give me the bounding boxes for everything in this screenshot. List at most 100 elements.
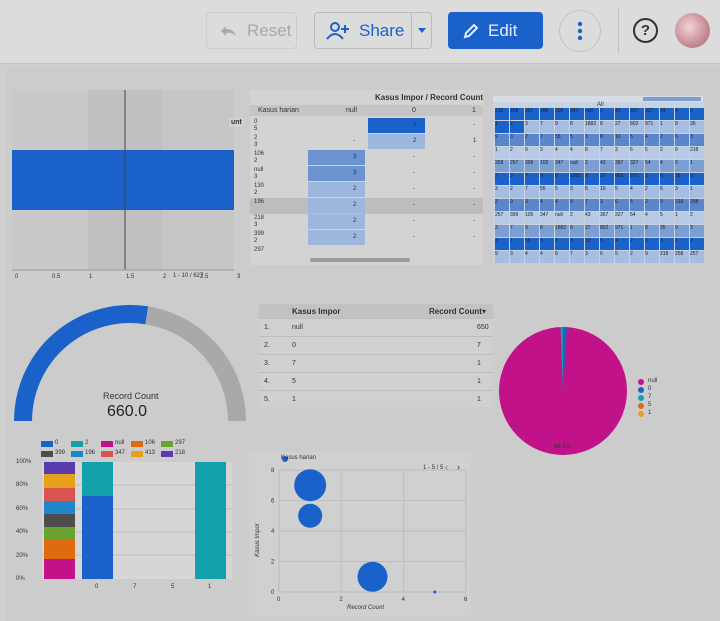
treemap-cell[interactable]: 2 <box>600 108 614 120</box>
treemap-cell[interactable]: 8 <box>555 173 569 185</box>
treemap-cell[interactable]: 7 <box>525 186 539 198</box>
pivot-row[interactable]: 399 2 2- - <box>250 230 483 246</box>
treemap-cell[interactable]: 8 <box>585 147 599 159</box>
treemap-cell[interactable]: 27 <box>615 121 629 133</box>
treemap-cell[interactable]: 2 <box>690 212 704 224</box>
table-row[interactable]: 1. null 650 <box>259 318 493 336</box>
treemap-cell[interactable]: 218 <box>675 199 689 211</box>
treemap-cell[interactable]: 1 <box>690 186 704 198</box>
treemap-cell[interactable]: 8 <box>570 121 584 133</box>
treemap-cell[interactable]: 8 <box>570 238 584 250</box>
treemap-cell[interactable]: 8 <box>540 225 554 237</box>
treemap-cell[interactable]: 8 <box>660 173 674 185</box>
avatar[interactable] <box>675 13 710 48</box>
treemap-cell[interactable]: 2 <box>585 160 599 172</box>
treemap-cell[interactable]: 218 <box>660 251 674 263</box>
treemap-cell[interactable]: 43 <box>600 160 614 172</box>
help-icon[interactable]: ? <box>633 18 658 43</box>
treemap-cell[interactable]: 3 <box>585 134 599 146</box>
treemap-cell[interactable]: 6 <box>660 186 674 198</box>
pivot-row[interactable]: null 3 3- - <box>250 166 483 182</box>
treemap-cell[interactable]: 8 <box>600 134 614 146</box>
treemap-cell[interactable]: 347 <box>555 160 569 172</box>
treemap-cell[interactable]: 2 <box>630 251 644 263</box>
treemap-cell[interactable]: 6 <box>645 238 659 250</box>
treemap-cell[interactable]: 3 <box>495 225 509 237</box>
treemap-cell[interactable]: 54 <box>630 212 644 224</box>
treemap-cell[interactable]: 5 <box>615 251 629 263</box>
treemap-cell[interactable]: 7 <box>525 173 539 185</box>
treemap-cell[interactable]: 9 <box>525 147 539 159</box>
treemap-cell[interactable]: 43 <box>585 212 599 224</box>
treemap-cell[interactable]: 347 <box>570 108 584 120</box>
treemap-cell[interactable]: 35 <box>690 121 704 133</box>
treemap-cell[interactable]: 5 <box>555 186 569 198</box>
pivot-row[interactable]: 05 3 - <box>250 118 483 134</box>
treemap-cell[interactable]: 10 <box>615 134 629 146</box>
treemap-cell[interactable]: 4 <box>540 251 554 263</box>
treemap-cell[interactable]: 971 <box>615 225 629 237</box>
table-row[interactable]: 2. 0 7 <box>259 336 493 354</box>
treemap-cell[interactable]: 8 <box>585 186 599 198</box>
treemap-cell[interactable]: 1 <box>675 238 689 250</box>
treemap-cell[interactable]: 258 <box>690 199 704 211</box>
bar-pager[interactable]: 1 - 10 / 627 <box>173 273 203 279</box>
treemap-cell[interactable]: 5 <box>630 199 644 211</box>
treemap-cell[interactable]: 1882 <box>570 173 584 185</box>
pivot-scrollbar[interactable] <box>310 258 410 262</box>
treemap-cell[interactable]: 7 <box>570 251 584 263</box>
treemap-cell[interactable]: 7 <box>540 134 554 146</box>
table-row[interactable]: 3. 7 1 <box>259 354 493 372</box>
pivot-row[interactable]: 23-21 <box>250 134 483 150</box>
treemap-cell[interactable]: 8 <box>570 225 584 237</box>
treemap-cell[interactable]: 4 <box>645 134 659 146</box>
treemap-cell[interactable]: 5 <box>645 147 659 159</box>
treemap-cell[interactable]: 3 <box>690 225 704 237</box>
reset-button[interactable]: Reset <box>206 12 297 49</box>
treemap-cell[interactable]: 3 <box>510 134 524 146</box>
treemap-cell[interactable]: 4 <box>525 251 539 263</box>
treemap-cell[interactable]: 54 <box>660 108 674 120</box>
treemap-cell[interactable]: 2 <box>660 147 674 159</box>
treemap-cell[interactable]: 971 <box>630 173 644 185</box>
treemap-cell[interactable]: 257 <box>495 212 509 224</box>
treemap-cell[interactable]: 327 <box>630 160 644 172</box>
treemap-cell[interactable]: 9 <box>660 199 674 211</box>
table-row[interactable]: 5. 1 1 <box>259 390 493 408</box>
treemap-cell[interactable]: 4 <box>540 199 554 211</box>
treemap-cell[interactable]: 5 <box>630 134 644 146</box>
treemap-cell[interactable]: 327 <box>615 212 629 224</box>
treemap-cell[interactable]: 3 <box>660 238 674 250</box>
treemap-cell[interactable]: 2 <box>510 147 524 159</box>
treemap-cell[interactable]: 10 <box>600 186 614 198</box>
treemap-cell[interactable]: 9 <box>495 251 509 263</box>
treemap-cell[interactable]: 3 <box>540 147 554 159</box>
pivot-row[interactable]: 196 2 - - <box>250 198 483 214</box>
prev-page-icon[interactable]: ‹ <box>445 462 448 472</box>
pivot-row[interactable]: 106 2 3 - - <box>250 150 483 166</box>
treemap-cell[interactable]: 399 <box>510 212 524 224</box>
treemap-cell[interactable]: 3 <box>690 134 704 146</box>
treemap-cell[interactable]: 35 <box>660 225 674 237</box>
treemap-cell[interactable]: 55 <box>540 186 554 198</box>
treemap-cell[interactable]: 3 <box>555 238 569 250</box>
treemap-cell[interactable]: 54 <box>645 160 659 172</box>
treemap-cell[interactable]: 9 <box>525 225 539 237</box>
treemap-cell[interactable]: 1 <box>495 147 509 159</box>
treemap-cell[interactable]: 1 <box>630 225 644 237</box>
treemap-cell[interactable]: 9 <box>540 173 554 185</box>
treemap-cell[interactable]: 802 <box>615 173 629 185</box>
treemap-cell[interactable]: null <box>555 212 569 224</box>
treemap-cell[interactable]: 5 <box>570 134 584 146</box>
pivot-row[interactable]: 218 3 2 - - <box>250 214 483 230</box>
treemap-cell[interactable]: 3 <box>525 199 539 211</box>
treemap-cell[interactable]: 4 <box>555 147 569 159</box>
treemap-cell[interactable]: 3 <box>525 121 539 133</box>
treemap-cell[interactable]: 347 <box>540 212 554 224</box>
treemap-cell[interactable]: 5 <box>615 186 629 198</box>
share-button[interactable]: Share <box>314 12 432 49</box>
treemap-cell[interactable]: 9 <box>675 147 689 159</box>
treemap-cell[interactable]: 3 <box>510 173 524 185</box>
treemap-cell[interactable]: 257 <box>690 251 704 263</box>
treemap-cell[interactable]: 8 <box>600 121 614 133</box>
